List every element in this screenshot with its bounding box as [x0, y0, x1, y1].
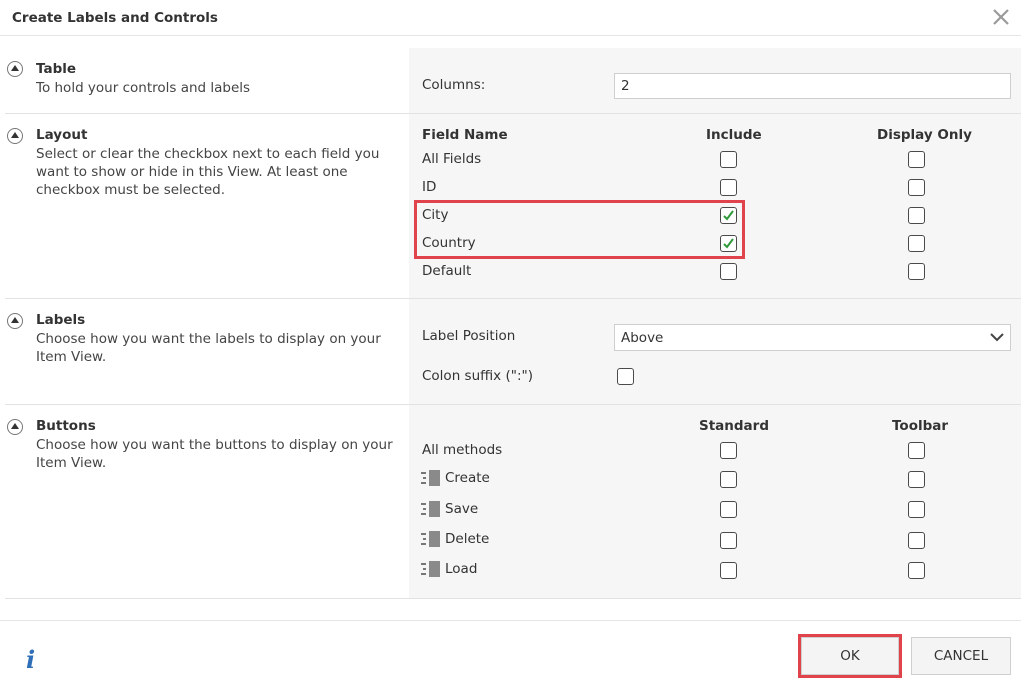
dialog-footer: i OK CANCEL [0, 620, 1021, 684]
field-name-city: City [422, 207, 449, 223]
display-only-checkbox-default[interactable] [908, 263, 925, 280]
include-header: Include [706, 127, 762, 143]
field-name-country: Country [422, 235, 476, 251]
labels-section-title: Labels [36, 312, 86, 328]
method-icon [421, 470, 440, 486]
method-delete: Delete [445, 531, 490, 547]
standard-checkbox-create[interactable] [720, 471, 737, 488]
toolbar-checkbox-all-methods[interactable] [908, 442, 925, 459]
method-icon [421, 501, 440, 517]
field-name-header: Field Name [422, 127, 508, 143]
chevron-down-icon [990, 333, 1004, 342]
toolbar-checkbox-create[interactable] [908, 471, 925, 488]
display-only-header: Display Only [877, 127, 972, 143]
include-checkbox-id[interactable] [720, 179, 737, 196]
label-position-label: Label Position [422, 328, 516, 344]
display-only-checkbox-country[interactable] [908, 235, 925, 252]
collapse-layout-toggle-icon[interactable] [7, 128, 23, 144]
method-icon [421, 561, 440, 577]
include-checkbox-city[interactable] [720, 207, 737, 224]
table-section-description: To hold your controls and labels [36, 80, 251, 96]
method-create: Create [445, 470, 490, 486]
toolbar-header: Toolbar [892, 418, 949, 434]
buttons-section-title: Buttons [36, 418, 96, 434]
checkmark-icon [723, 238, 734, 249]
method-all-methods: All methods [422, 442, 503, 458]
standard-header: Standard [699, 418, 769, 434]
field-name-default: Default [422, 263, 472, 279]
collapse-buttons-toggle-icon[interactable] [7, 419, 23, 435]
standard-checkbox-load[interactable] [720, 562, 737, 579]
dialog-title: Create Labels and Controls [12, 10, 218, 26]
cancel-button[interactable]: CANCEL [911, 637, 1011, 675]
method-save: Save [445, 501, 479, 517]
include-checkbox-all-fields[interactable] [720, 151, 737, 168]
collapse-table-toggle-icon[interactable] [7, 61, 23, 77]
collapse-labels-toggle-icon[interactable] [7, 313, 23, 329]
standard-checkbox-save[interactable] [720, 501, 737, 518]
buttons-section: Buttons Choose how you want the buttons … [5, 405, 1021, 599]
display-only-checkbox-id[interactable] [908, 179, 925, 196]
table-section-title: Table [36, 61, 77, 77]
method-icon [421, 531, 440, 547]
display-only-checkbox-all-fields[interactable] [908, 151, 925, 168]
buttons-section-description: Choose how you want the buttons to displ… [36, 437, 393, 471]
field-name-id: ID [422, 179, 437, 195]
toolbar-checkbox-delete[interactable] [908, 532, 925, 549]
include-checkbox-country[interactable] [720, 235, 737, 252]
info-icon[interactable]: i [26, 645, 35, 674]
labels-section-description: Choose how you want the labels to displa… [36, 331, 381, 365]
columns-label: Columns: [422, 77, 486, 93]
labels-section: Labels Choose how you want the labels to… [5, 299, 1021, 405]
layout-section-description: Select or clear the checkbox next to eac… [36, 146, 380, 198]
colon-suffix-checkbox[interactable] [617, 368, 634, 385]
include-checkbox-default[interactable] [720, 263, 737, 280]
ok-button[interactable]: OK [801, 637, 899, 675]
layout-section-title: Layout [36, 127, 88, 143]
close-icon[interactable] [991, 7, 1011, 27]
toolbar-checkbox-save[interactable] [908, 501, 925, 518]
table-section: Table To hold your controls and labels C… [5, 48, 1021, 114]
method-load: Load [445, 561, 478, 577]
dialog-titlebar: Create Labels and Controls [0, 0, 1021, 36]
standard-checkbox-delete[interactable] [720, 532, 737, 549]
checkmark-icon [723, 210, 734, 221]
label-position-select[interactable]: Above [614, 324, 1011, 351]
toolbar-checkbox-load[interactable] [908, 562, 925, 579]
field-name-all-fields: All Fields [422, 151, 482, 167]
colon-suffix-label: Colon suffix (":") [422, 368, 533, 384]
display-only-checkbox-city[interactable] [908, 207, 925, 224]
layout-section: Layout Select or clear the checkbox next… [5, 114, 1021, 299]
columns-input[interactable]: 2 [614, 73, 1011, 99]
standard-checkbox-all-methods[interactable] [720, 442, 737, 459]
label-position-value: Above [621, 330, 664, 346]
